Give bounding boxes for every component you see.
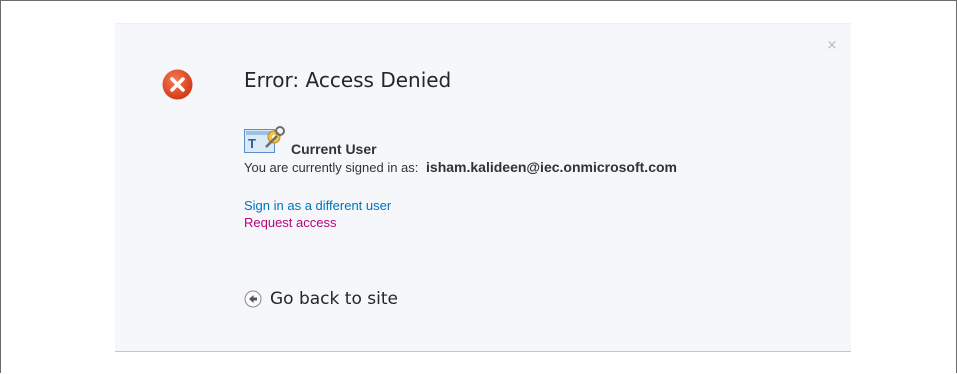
back-arrow-icon[interactable] [244, 290, 262, 308]
user-tools-icon: T [244, 126, 285, 153]
request-access-link[interactable]: Request access [244, 215, 337, 230]
go-back-to-site-button[interactable]: Go back to site [244, 289, 398, 309]
signed-in-status: You are currently signed in as: isham.ka… [244, 159, 677, 175]
go-back-label: Go back to site [270, 289, 398, 309]
signed-in-prefix: You are currently signed in as: [244, 160, 419, 175]
page-title: Error: Access Denied [244, 68, 452, 92]
signed-in-email: isham.kalideen@iec.onmicrosoft.com [426, 159, 677, 175]
current-user-heading: Current User [291, 141, 377, 157]
svg-text:T: T [248, 136, 256, 151]
close-icon[interactable]: × [825, 39, 839, 53]
sign-in-different-user-link[interactable]: Sign in as a different user [244, 198, 391, 213]
error-x-icon [162, 69, 193, 100]
error-dialog: × Error: Access Denied T Current User Yo… [115, 23, 851, 352]
